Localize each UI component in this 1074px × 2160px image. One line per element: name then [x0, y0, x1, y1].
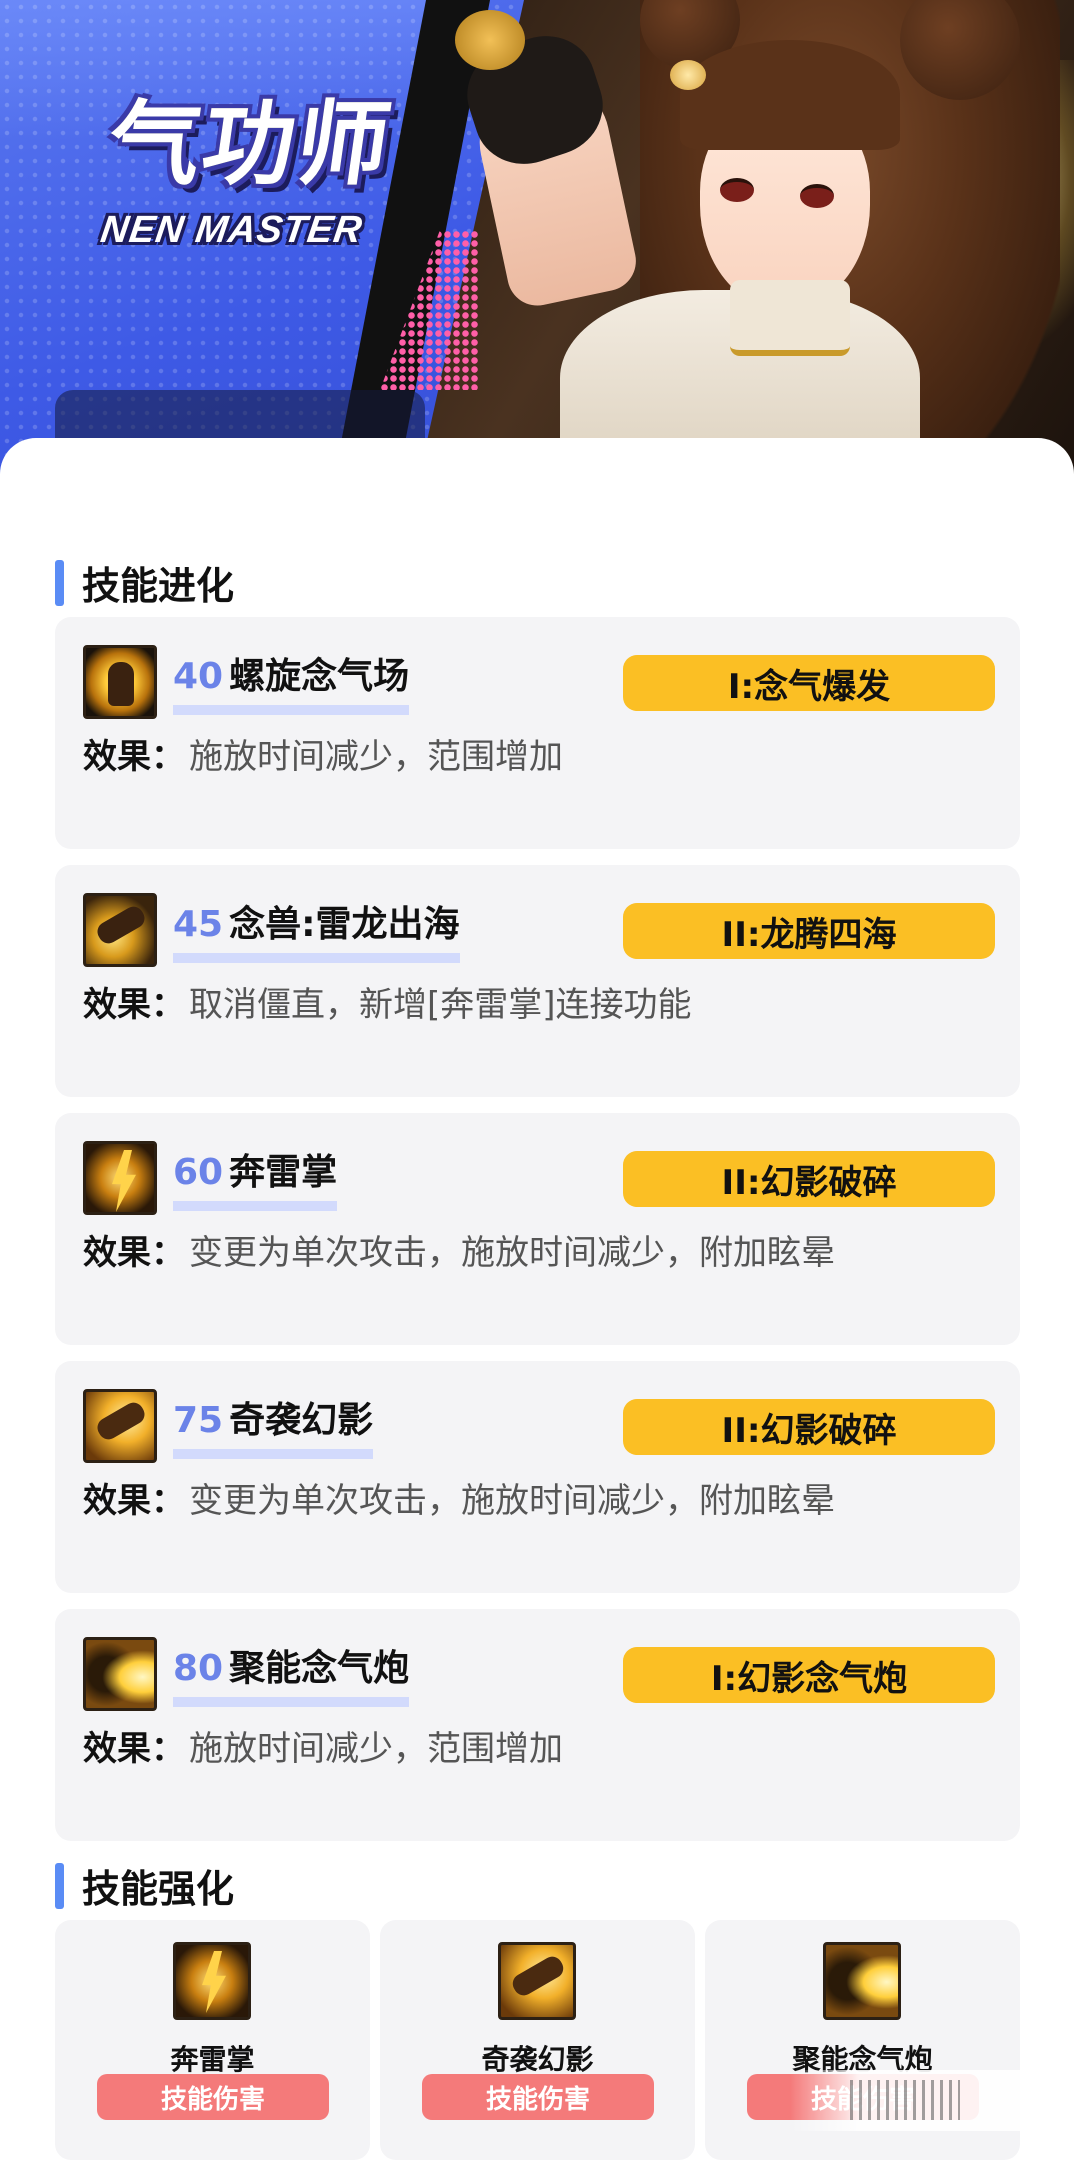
thunder-palm-icon [83, 1141, 157, 1215]
class-name-en: NEN MASTER [98, 209, 366, 251]
gold-ornament [455, 10, 525, 70]
evolution-badge: I:幻影念气炮 [623, 1647, 995, 1703]
skill-effect: 效果： 施放时间减少，范围增加 [83, 735, 563, 779]
skill-card: 45 念兽:雷龙出海 II:龙腾四海 效果： 取消僵直，新增[奔雷掌]连接功能 [55, 865, 1020, 1097]
skill-card: 75 奇袭幻影 II:幻影破碎 效果： 变更为单次攻击，施放时间减少，附加眩晕 [55, 1361, 1020, 1593]
evolution-badge: II:幻影破碎 [623, 1399, 995, 1455]
evolution-badge: II:龙腾四海 [623, 903, 995, 959]
skill-level: 40 [173, 656, 224, 697]
skill-title: 80 聚能念气炮 [173, 1647, 410, 1707]
character-eye-right [800, 184, 834, 208]
effect-label: 效果： [83, 1233, 185, 1273]
phantom-strike-icon [83, 1389, 157, 1463]
skill-title: 45 念兽:雷龙出海 [173, 903, 460, 963]
thunder-palm-icon [173, 1942, 251, 2020]
section-accent-bar [55, 1862, 64, 1909]
effect-label: 效果： [83, 1729, 185, 1769]
hero-banner: 气功师 NEN MASTER [0, 0, 1074, 500]
hero-title: 气功师 NEN MASTER [94, 91, 399, 252]
class-name-cn: 气功师 [101, 91, 399, 198]
effect-text: 取消僵直，新增[奔雷掌]连接功能 [189, 985, 692, 1025]
skill-level: 80 [173, 1648, 224, 1689]
character-collar [730, 280, 850, 356]
skill-effect: 效果： 施放时间减少，范围增加 [83, 1727, 563, 1771]
character-bangs [680, 40, 900, 150]
enhancement-skill-name: 奇袭幻影 [481, 2043, 594, 2076]
skill-effect: 效果： 变更为单次攻击，施放时间减少，附加眩晕 [83, 1231, 835, 1275]
nen-cannon-icon [823, 1942, 901, 2020]
skill-title: 40 螺旋念气场 [173, 655, 410, 715]
effect-label: 效果： [83, 737, 185, 777]
section-title: 技能强化 [82, 1867, 235, 1911]
section-header-enhance: 技能强化 [55, 1858, 234, 1913]
evolution-badge: II:幻影破碎 [623, 1151, 995, 1207]
character-eye-left [720, 178, 754, 202]
skill-level: 60 [173, 1152, 224, 1193]
skill-title: 60 奔雷掌 [173, 1151, 338, 1211]
effect-label: 效果： [83, 1481, 185, 1521]
skill-name: 聚能念气炮 [229, 1648, 410, 1689]
enhancement-card: 奔雷掌 技能伤害 [55, 1920, 370, 2160]
effect-text: 施放时间减少，范围增加 [189, 737, 563, 777]
enhancement-card: 奇袭幻影 技能伤害 [380, 1920, 695, 2160]
skill-effect: 效果： 取消僵直，新增[奔雷掌]连接功能 [83, 983, 692, 1027]
skill-name: 螺旋念气场 [229, 656, 410, 697]
skill-level: 75 [173, 1400, 224, 1441]
section-title: 技能进化 [82, 564, 235, 608]
phantom-strike-icon [498, 1942, 576, 2020]
skill-level: 45 [173, 904, 224, 945]
skill-effect: 效果： 变更为单次攻击，施放时间减少，附加眩晕 [83, 1479, 835, 1523]
enhancement-skill-name: 奔雷掌 [170, 2043, 255, 2076]
skill-name: 念兽:雷龙出海 [229, 904, 460, 945]
enhancement-tag: 技能伤害 [422, 2074, 654, 2120]
effect-text: 施放时间减少，范围增加 [189, 1729, 563, 1769]
effect-label: 效果： [83, 985, 185, 1025]
watermark-overlay [790, 2070, 1020, 2131]
skill-card: 80 聚能念气炮 I:幻影念气炮 效果： 施放时间减少，范围增加 [55, 1609, 1020, 1841]
hair-flower [670, 60, 706, 90]
skill-name: 奇袭幻影 [229, 1400, 374, 1441]
evolution-badge: I:念气爆发 [623, 655, 995, 711]
effect-text: 变更为单次攻击，施放时间减少，附加眩晕 [189, 1481, 835, 1521]
skill-card: 60 奔雷掌 II:幻影破碎 效果： 变更为单次攻击，施放时间减少，附加眩晕 [55, 1113, 1020, 1345]
section-header-evolution: 技能进化 [55, 555, 234, 610]
effect-text: 变更为单次攻击，施放时间减少，附加眩晕 [189, 1233, 835, 1273]
skill-title: 75 奇袭幻影 [173, 1399, 374, 1459]
skill-name: 奔雷掌 [229, 1152, 338, 1193]
enhancement-tag: 技能伤害 [97, 2074, 329, 2120]
skill-card: 40 螺旋念气场 I:念气爆发 效果： 施放时间减少，范围增加 [55, 617, 1020, 849]
thunder-dragon-icon [83, 893, 157, 967]
nen-aura-icon [83, 645, 157, 719]
nen-cannon-icon [83, 1637, 157, 1711]
section-accent-bar [55, 559, 64, 606]
